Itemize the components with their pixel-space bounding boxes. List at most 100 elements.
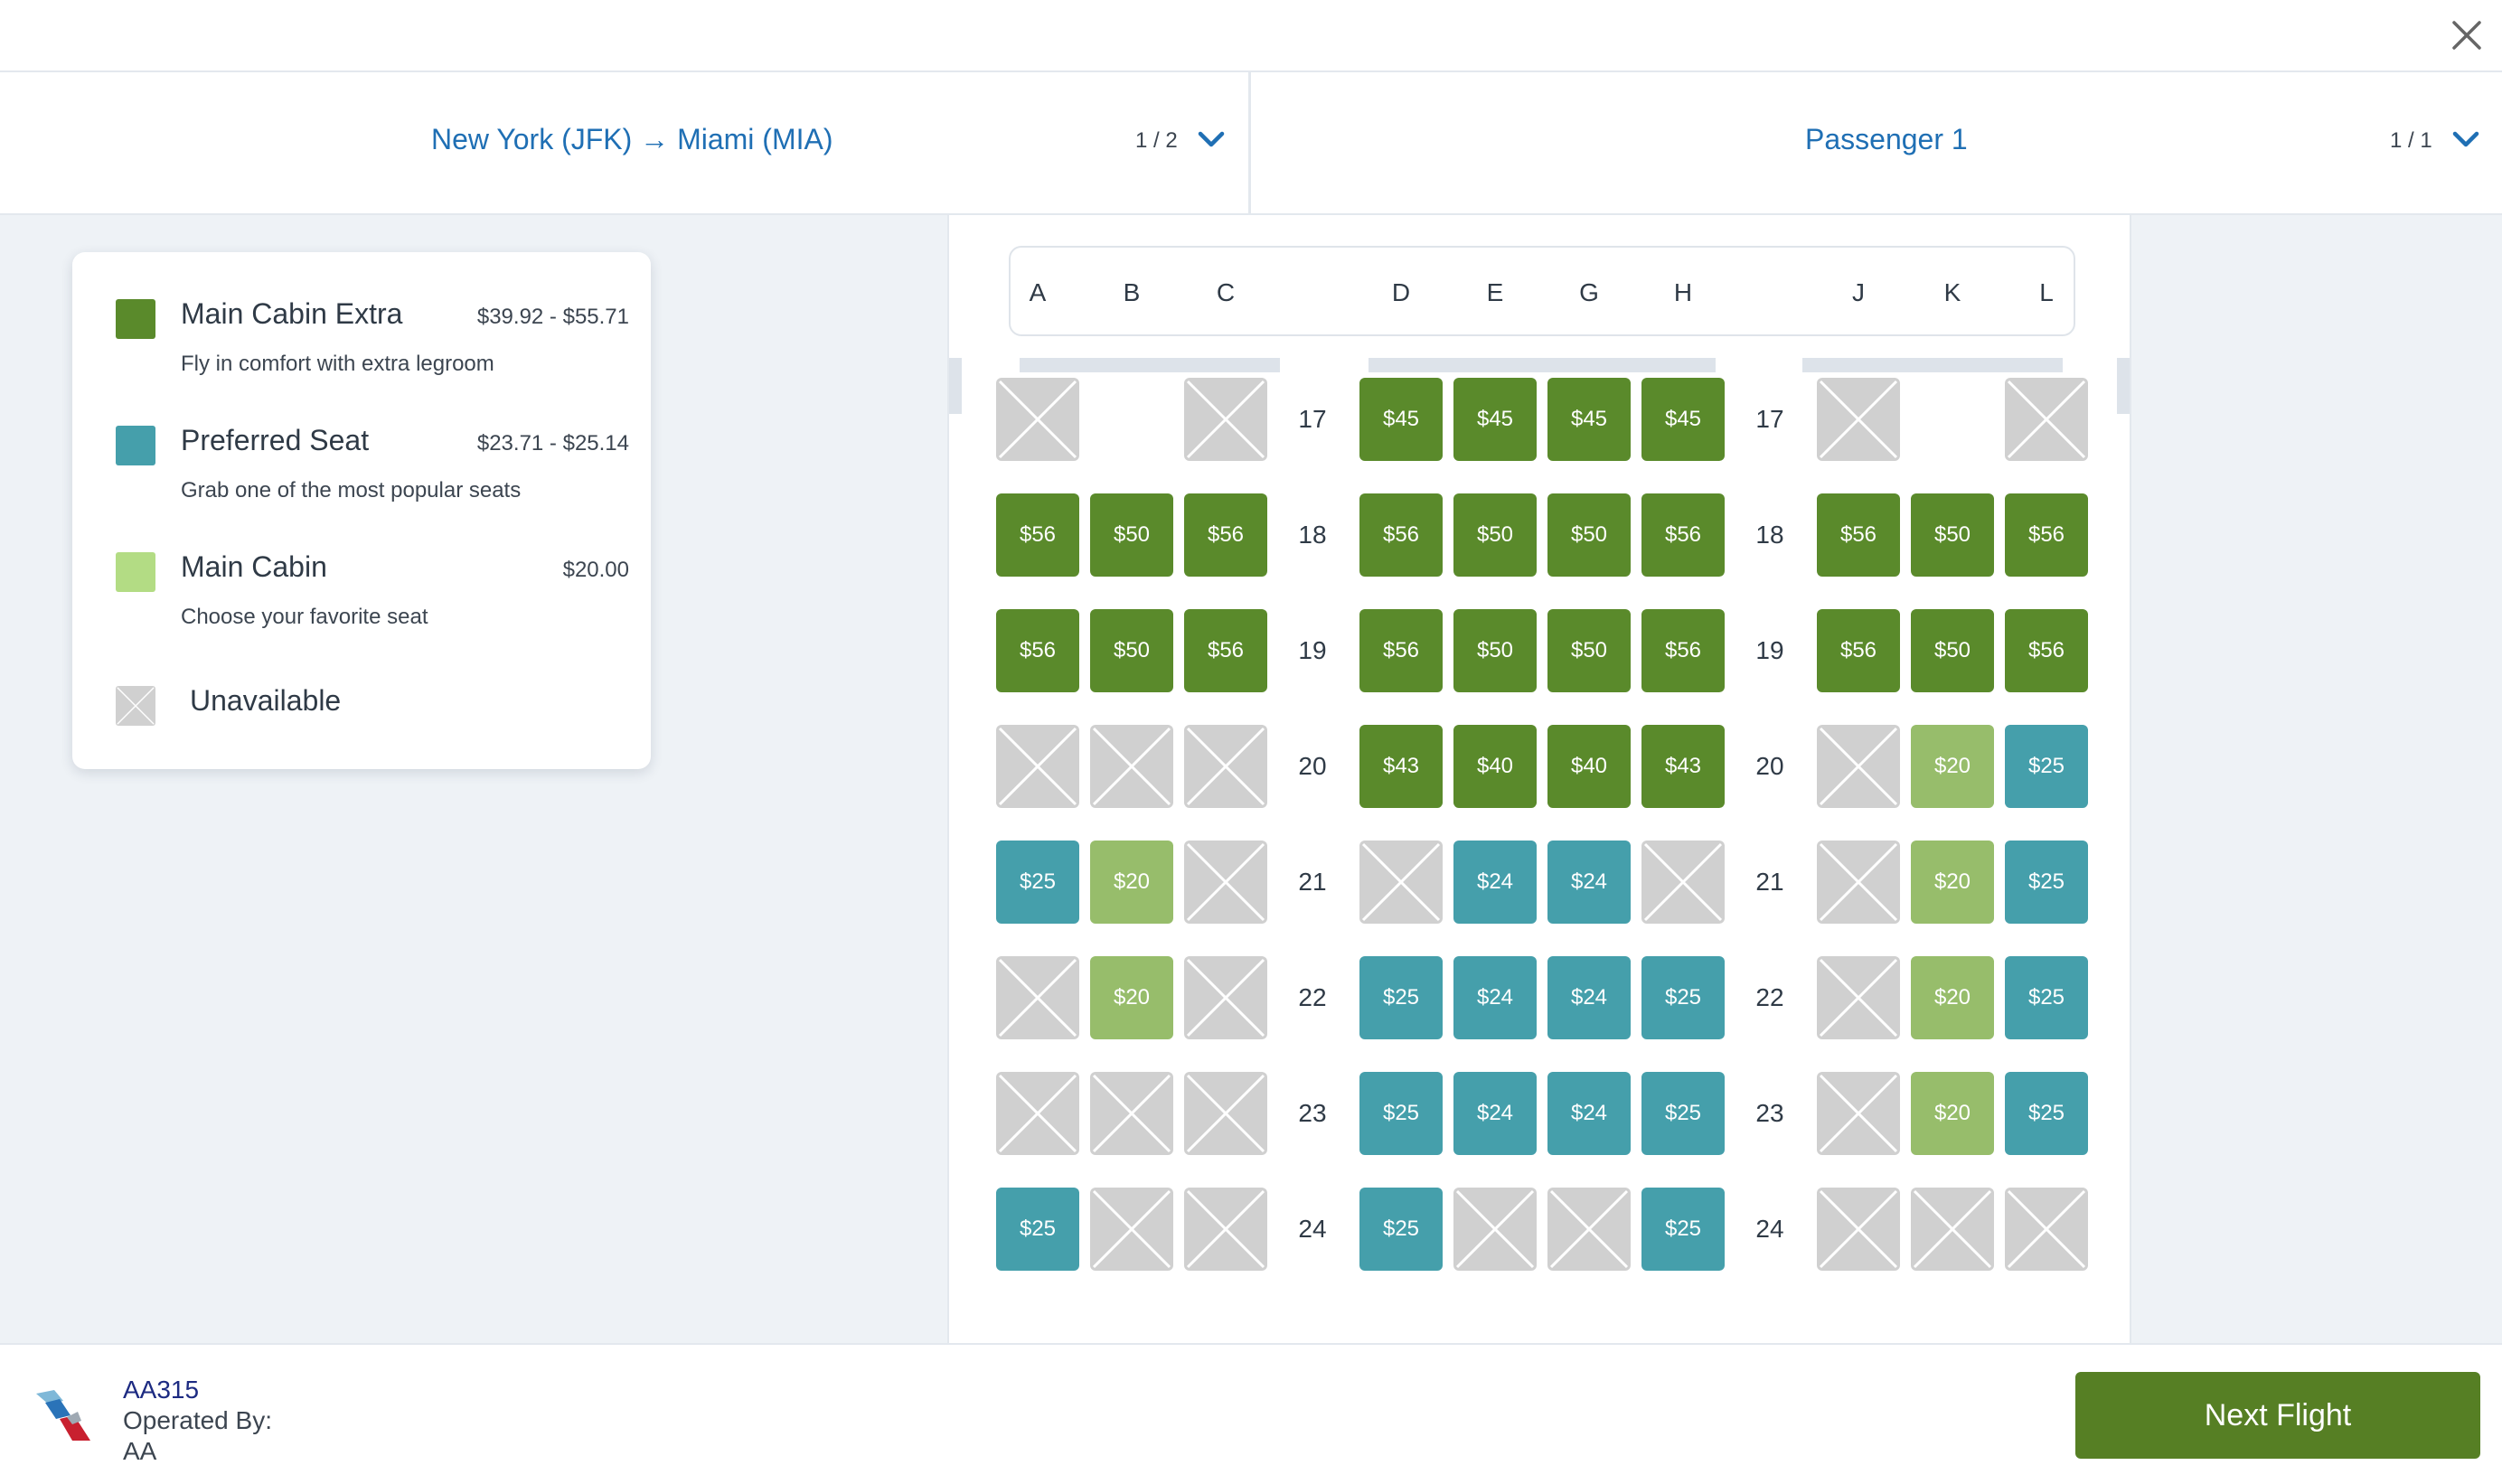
row-number: 18 bbox=[1298, 521, 1327, 549]
seat-18l[interactable]: $56 bbox=[2005, 493, 2088, 577]
seat-18a[interactable]: $56 bbox=[996, 493, 1079, 577]
seat-20k[interactable]: $20 bbox=[1911, 725, 1994, 808]
seat-23k[interactable]: $20 bbox=[1911, 1072, 1994, 1155]
operator-code: AA bbox=[123, 1437, 157, 1465]
seat-18e[interactable]: $50 bbox=[1453, 493, 1537, 577]
flight-route-label: New York (JFK) → Miami (MIA) bbox=[431, 123, 833, 155]
seat-19d[interactable]: $56 bbox=[1359, 609, 1443, 692]
seat-unavailable bbox=[1641, 841, 1725, 924]
row-number: 17 bbox=[1298, 405, 1327, 433]
seat-24d[interactable]: $25 bbox=[1359, 1188, 1443, 1271]
seat-17h[interactable]: $45 bbox=[1641, 378, 1725, 461]
wing-marker-left bbox=[1020, 358, 1280, 372]
column-letter: L bbox=[2039, 278, 2054, 306]
seat-20e[interactable]: $40 bbox=[1453, 725, 1537, 808]
seat-unavailable bbox=[1184, 956, 1267, 1039]
airline-logo-icon bbox=[36, 1390, 90, 1441]
seat-21g[interactable]: $24 bbox=[1547, 841, 1631, 924]
seat-20g[interactable]: $40 bbox=[1547, 725, 1631, 808]
seat-unavailable bbox=[1817, 1188, 1900, 1271]
seat-19b[interactable]: $50 bbox=[1090, 609, 1173, 692]
seat-19h[interactable]: $56 bbox=[1641, 609, 1725, 692]
seat-22l[interactable]: $25 bbox=[2005, 956, 2088, 1039]
seat-unavailable bbox=[1090, 1072, 1173, 1155]
operated-by-label: Operated By: bbox=[123, 1406, 272, 1434]
seat-23h[interactable]: $25 bbox=[1641, 1072, 1725, 1155]
flight-selector[interactable]: New York (JFK) → Miami (MIA) 1 / 2 bbox=[0, 72, 1251, 213]
column-header: ABCDEGHJKL bbox=[1009, 246, 2075, 336]
seat-22k[interactable]: $20 bbox=[1911, 956, 1994, 1039]
column-letter: H bbox=[1673, 278, 1693, 306]
seat-19k[interactable]: $50 bbox=[1911, 609, 1994, 692]
seat-22h[interactable]: $25 bbox=[1641, 956, 1725, 1039]
passenger-counter: 1 / 1 bbox=[2390, 128, 2432, 153]
column-letter: A bbox=[1029, 278, 1047, 306]
column-letter: B bbox=[1123, 278, 1141, 306]
passenger-selector[interactable]: Passenger 1 1 / 1 bbox=[1254, 72, 2502, 213]
row-number: 17 bbox=[1755, 405, 1784, 433]
seat-20d[interactable]: $43 bbox=[1359, 725, 1443, 808]
seat-unavailable bbox=[2005, 378, 2088, 461]
seat-22g[interactable]: $24 bbox=[1547, 956, 1631, 1039]
seat-19l[interactable]: $56 bbox=[2005, 609, 2088, 692]
column-letter: C bbox=[1216, 278, 1236, 306]
seat-22d[interactable]: $25 bbox=[1359, 956, 1443, 1039]
seat-18j[interactable]: $56 bbox=[1817, 493, 1900, 577]
legend-name: Preferred Seat bbox=[181, 424, 370, 456]
seat-21l[interactable]: $25 bbox=[2005, 841, 2088, 924]
seat-24a[interactable]: $25 bbox=[996, 1188, 1079, 1271]
chevron-down-icon[interactable] bbox=[2450, 127, 2482, 154]
seat-22b[interactable]: $20 bbox=[1090, 956, 1173, 1039]
seat-17g[interactable]: $45 bbox=[1547, 378, 1631, 461]
seat-20l[interactable]: $25 bbox=[2005, 725, 2088, 808]
wing-marker-right bbox=[1802, 358, 2063, 372]
exit-marker-left bbox=[949, 358, 962, 414]
main-area: Main Cabin Extra $39.92 - $55.71 Fly in co… bbox=[0, 215, 2502, 1343]
legend-description: Grab one of the most popular seats bbox=[181, 478, 522, 502]
seat-18b[interactable]: $50 bbox=[1090, 493, 1173, 577]
seat-19g[interactable]: $50 bbox=[1547, 609, 1631, 692]
seat-18c[interactable]: $56 bbox=[1184, 493, 1267, 577]
column-letter: J bbox=[1852, 278, 1865, 306]
seat-19a[interactable]: $56 bbox=[996, 609, 1079, 692]
flight-number: AA315 bbox=[123, 1376, 200, 1404]
seat-21e[interactable]: $24 bbox=[1453, 841, 1537, 924]
legend-name: Main Cabin bbox=[181, 550, 327, 583]
seat-unavailable bbox=[1453, 1188, 1537, 1271]
row-number: 19 bbox=[1298, 636, 1327, 664]
seat-unavailable bbox=[1184, 1188, 1267, 1271]
close-button[interactable] bbox=[2446, 14, 2488, 56]
seat-23g[interactable]: $24 bbox=[1547, 1072, 1631, 1155]
seat-17d[interactable]: $45 bbox=[1359, 378, 1443, 461]
seat-17e[interactable]: $45 bbox=[1453, 378, 1537, 461]
seat-23d[interactable]: $25 bbox=[1359, 1072, 1443, 1155]
seat-22e[interactable]: $24 bbox=[1453, 956, 1537, 1039]
seat-19e[interactable]: $50 bbox=[1453, 609, 1537, 692]
seat-23l[interactable]: $25 bbox=[2005, 1072, 2088, 1155]
seat-20h[interactable]: $43 bbox=[1641, 725, 1725, 808]
seat-21b[interactable]: $20 bbox=[1090, 841, 1173, 924]
legend-name: Main Cabin Extra bbox=[181, 297, 403, 330]
seat-18d[interactable]: $56 bbox=[1359, 493, 1443, 577]
seat-18h[interactable]: $56 bbox=[1641, 493, 1725, 577]
seat-18g[interactable]: $50 bbox=[1547, 493, 1631, 577]
legend-description: Fly in comfort with extra legroom bbox=[181, 352, 494, 376]
chevron-down-icon[interactable] bbox=[1195, 127, 1227, 154]
seat-19c[interactable]: $56 bbox=[1184, 609, 1267, 692]
seat-18k[interactable]: $50 bbox=[1911, 493, 1994, 577]
seat-unavailable bbox=[1184, 1072, 1267, 1155]
legend-description: Choose your favorite seat bbox=[181, 605, 428, 629]
seat-21a[interactable]: $25 bbox=[996, 841, 1079, 924]
seat-21k[interactable]: $20 bbox=[1911, 841, 1994, 924]
legend-price: $23.71 - $25.14 bbox=[476, 431, 629, 456]
seat-unavailable bbox=[1184, 378, 1267, 461]
seat-19j[interactable]: $56 bbox=[1817, 609, 1900, 692]
next-flight-button[interactable]: Next Flight bbox=[2075, 1372, 2480, 1459]
seat-unavailable bbox=[996, 378, 1079, 461]
seat-unavailable bbox=[1817, 1072, 1900, 1155]
row-number: 21 bbox=[1298, 868, 1327, 896]
seat-23e[interactable]: $24 bbox=[1453, 1072, 1537, 1155]
row-number: 20 bbox=[1298, 752, 1327, 780]
legend-swatch bbox=[116, 299, 155, 339]
seat-24h[interactable]: $25 bbox=[1641, 1188, 1725, 1271]
